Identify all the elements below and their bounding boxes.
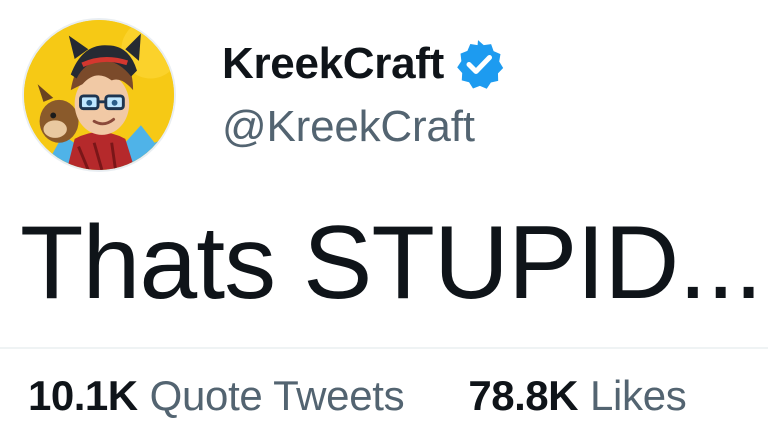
likes-count: 78.8K <box>468 372 578 419</box>
verified-badge-icon <box>454 39 504 89</box>
quote-tweets-count: 10.1K <box>28 372 138 419</box>
quote-tweets-stat[interactable]: 10.1K Quote Tweets <box>28 372 405 420</box>
likes-label: Likes <box>589 372 687 419</box>
likes-stat[interactable]: 78.8K Likes <box>468 372 686 420</box>
tweet-stats: 10.1K Quote Tweets 78.8K Likes <box>28 368 687 424</box>
tweet-card: KreekCraft @KreekCraft Thats STUPID... 1… <box>0 0 768 432</box>
author-handle[interactable]: @KreekCraft <box>222 102 475 152</box>
author-header: KreekCraft <box>222 34 504 94</box>
divider <box>0 347 768 349</box>
profile-avatar[interactable] <box>22 18 176 172</box>
tweet-text: Thats STUPID... <box>20 205 763 321</box>
quote-tweets-label: Quote Tweets <box>149 372 405 419</box>
author-display-name[interactable]: KreekCraft <box>222 39 444 89</box>
avatar-illustration <box>24 20 174 170</box>
